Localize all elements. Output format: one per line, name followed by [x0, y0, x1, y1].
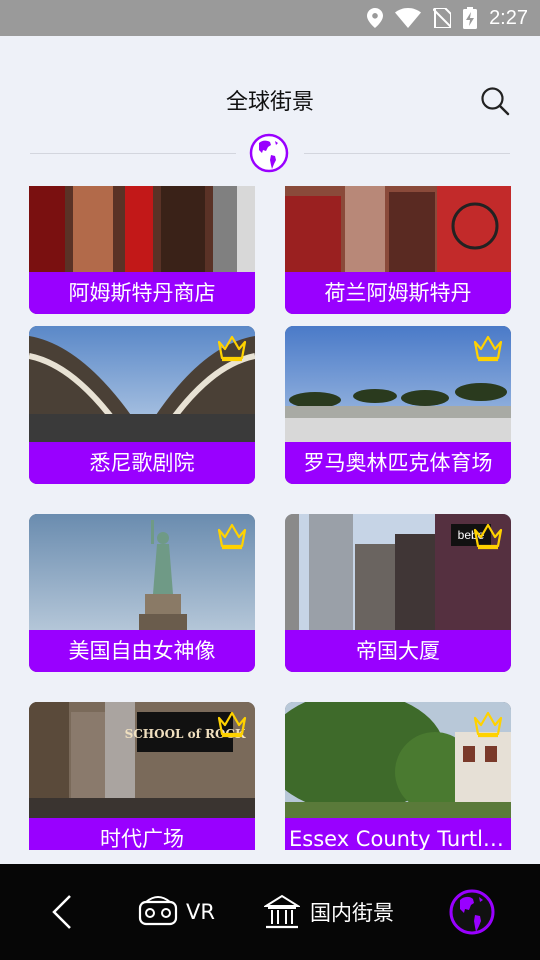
americas-globe-icon: [249, 133, 289, 173]
no-sim-icon: [433, 8, 452, 28]
premium-crown-icon: [473, 523, 503, 550]
status-icons: 2:27: [367, 0, 528, 36]
location-grid: 阿姆斯特丹商店 荷兰阿姆斯特丹 悉尼歌剧院 罗马奥林匹克体育场 美国自由女神像 …: [0, 186, 540, 850]
battery-charging-icon: [463, 7, 478, 29]
vr-headset-icon: [138, 896, 178, 926]
americas-globe-icon[interactable]: [448, 888, 496, 936]
premium-crown-icon: [473, 711, 503, 738]
location-label: 阿姆斯特丹商店: [29, 272, 255, 314]
location-thumbnail: [285, 186, 511, 272]
location-label: 悉尼歌剧院: [29, 442, 255, 484]
location-card[interactable]: 罗马奥林匹克体育场: [285, 326, 511, 484]
premium-crown-icon: [217, 335, 247, 362]
location-label: Essex County Turtle…: [285, 818, 511, 850]
header-divider-right: [304, 153, 510, 154]
search-icon[interactable]: [480, 86, 510, 116]
location-thumbnail: [29, 186, 255, 272]
location-label: 罗马奥林匹克体育场: [285, 442, 511, 484]
location-card[interactable]: SCHOOL of ROCK 时代广场: [29, 702, 255, 850]
location-label: 美国自由女神像: [29, 630, 255, 672]
location-label: 荷兰阿姆斯特丹: [285, 272, 511, 314]
status-time: 2:27: [489, 6, 528, 29]
bottom-nav-bar: VR 国内街景: [0, 864, 540, 960]
header-divider-left: [30, 153, 236, 154]
location-icon: [367, 8, 384, 28]
location-card[interactable]: 阿姆斯特丹商店: [29, 186, 255, 314]
location-label: 帝国大厦: [285, 630, 511, 672]
museum-icon: [264, 894, 300, 929]
location-card[interactable]: 荷兰阿姆斯特丹: [285, 186, 511, 314]
nav-domestic-label: 国内街景: [310, 901, 394, 925]
location-card[interactable]: 美国自由女神像: [29, 514, 255, 672]
premium-crown-icon: [217, 711, 247, 738]
chevron-left-icon[interactable]: [46, 894, 78, 930]
premium-crown-icon: [473, 335, 503, 362]
status-bar: 2:27: [0, 0, 540, 36]
page-title: 全球街景: [225, 90, 314, 115]
page-header: 全球街景: [0, 36, 540, 186]
wifi-icon: [395, 8, 422, 28]
premium-crown-icon: [217, 523, 247, 550]
nav-vr-label: VR: [186, 900, 215, 924]
location-card[interactable]: Essex County Turtle…: [285, 702, 511, 850]
location-card[interactable]: 悉尼歌剧院: [29, 326, 255, 484]
nav-domestic-streetview-button[interactable]: 国内街景: [264, 892, 394, 932]
nav-vr-button[interactable]: VR: [138, 892, 215, 932]
location-label: 时代广场: [29, 818, 255, 850]
location-card[interactable]: bebe 帝国大厦: [285, 514, 511, 672]
